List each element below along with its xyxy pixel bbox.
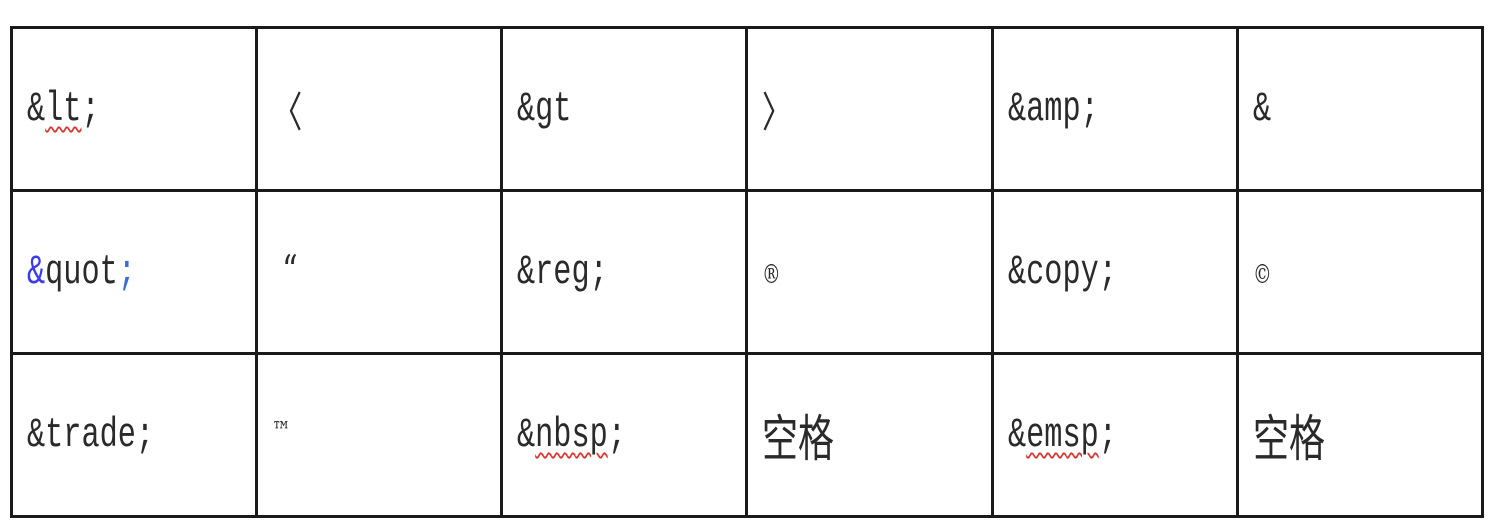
- entity-char-gt: 〉: [762, 87, 793, 137]
- entity-char-amp: &: [1252, 85, 1271, 133]
- entity-code-amp: &amp;: [1007, 85, 1099, 133]
- entity-char-lt: 〈: [272, 87, 303, 137]
- table-row: &quot; “ &reg; ® &copy; ©: [9, 189, 1485, 355]
- entity-code-lt: &lt;: [27, 85, 100, 133]
- entity-code-cell: &gt: [500, 26, 749, 192]
- entity-char-reg: ®: [762, 260, 782, 290]
- entity-code-trade: &trade;: [27, 411, 155, 459]
- table-row: &trade; ™ &nbsp; 空格 &emsp; 空格: [9, 352, 1485, 518]
- entity-char-cell: ™: [255, 352, 504, 518]
- entity-char-cell: 空格: [1235, 352, 1485, 518]
- entity-code-nbsp-amp: &: [517, 411, 536, 459]
- entity-code-quot-name: quot: [45, 248, 118, 296]
- html-entity-table: &lt; 〈 &gt 〉 &amp; & &quot; “ &reg; ® &c…: [9, 26, 1485, 518]
- entity-code-cell: &copy;: [990, 189, 1239, 355]
- entity-char-quot: “: [282, 246, 298, 295]
- entity-code-gt: &gt: [517, 85, 572, 133]
- entity-char-trade: ™: [272, 417, 291, 447]
- entity-code-quot-prefix: &: [27, 248, 46, 296]
- entity-char-cell: 空格: [745, 352, 994, 518]
- entity-code-quot-suffix: ;: [117, 248, 136, 296]
- entity-code-cell: &reg;: [500, 189, 749, 355]
- entity-char-cell: 〈: [255, 26, 504, 192]
- entity-code-nbsp: &nbsp;: [517, 411, 626, 459]
- entity-code-cell: &lt;: [9, 26, 259, 192]
- entity-code-lt-name: lt: [45, 85, 82, 133]
- entity-char-nbsp: 空格: [762, 410, 835, 468]
- entity-char-cell: ®: [745, 189, 994, 355]
- entity-char-cell: &: [1235, 26, 1485, 192]
- entity-code-reg: &reg;: [517, 248, 609, 296]
- entity-char-emsp: 空格: [1252, 410, 1325, 468]
- entity-code-cell: &quot;: [9, 189, 259, 355]
- entity-char-copy: ©: [1252, 260, 1272, 290]
- entity-code-emsp-amp: &: [1007, 411, 1026, 459]
- entity-char-cell: 〉: [745, 26, 994, 192]
- entity-code-emsp-semicolon: ;: [1098, 411, 1117, 459]
- entity-code-cell: &amp;: [990, 26, 1239, 192]
- entity-code-copy: &copy;: [1007, 248, 1117, 296]
- entity-code-nbsp-semicolon: ;: [608, 411, 627, 459]
- entity-code-quot: &quot;: [27, 248, 136, 296]
- entity-code-nbsp-name: nbsp: [535, 411, 609, 459]
- entity-code-lt-semicolon: ;: [81, 85, 100, 133]
- table-row: &lt; 〈 &gt 〉 &amp; &: [9, 26, 1485, 192]
- entity-code-cell: &nbsp;: [500, 352, 749, 518]
- entity-code-cell: &trade;: [9, 352, 259, 518]
- entity-code-emsp: &emsp;: [1008, 411, 1117, 459]
- entity-char-cell: ©: [1235, 189, 1485, 355]
- entity-code-cell: &emsp;: [990, 352, 1239, 518]
- entity-char-cell: “: [255, 189, 504, 355]
- entity-code-lt-amp: &: [27, 85, 46, 133]
- entity-code-emsp-name: emsp: [1025, 411, 1099, 459]
